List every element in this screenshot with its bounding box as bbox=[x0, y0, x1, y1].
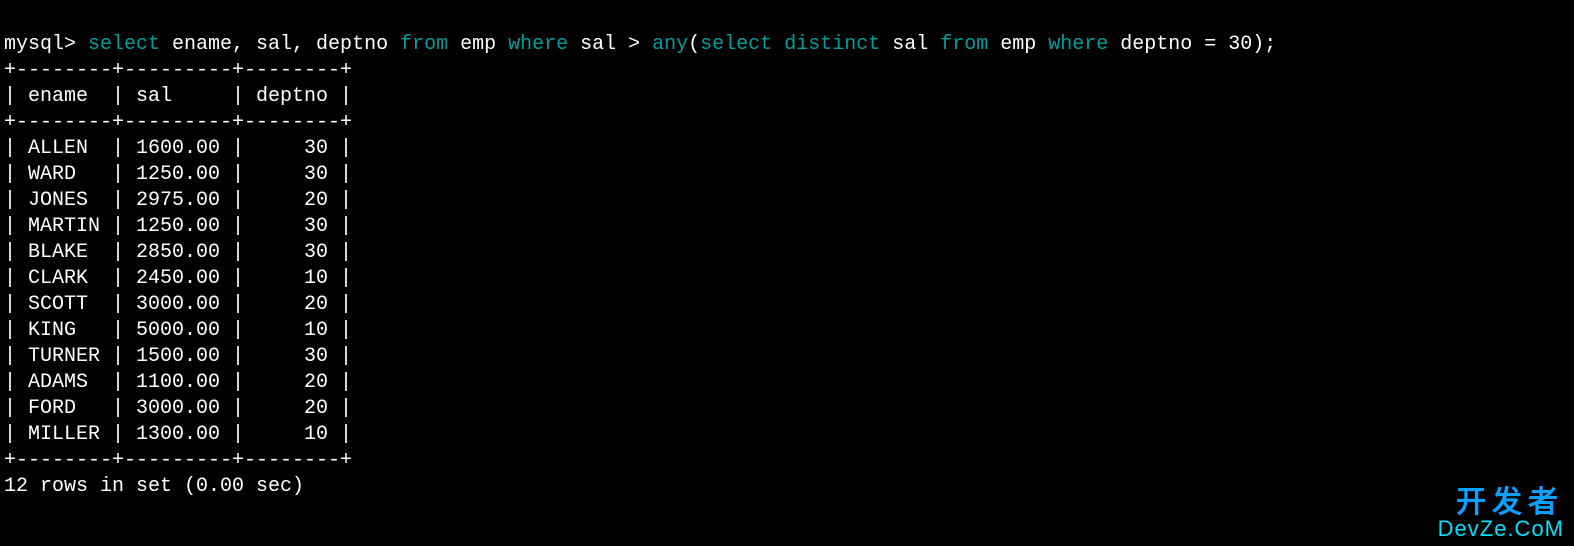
sql-command-line: mysql> select ename, sal, deptno from em… bbox=[4, 33, 1276, 56]
table-border-bottom: +--------+---------+--------+ bbox=[4, 449, 352, 472]
paren-open: ( bbox=[688, 33, 700, 56]
mysql-prompt: mysql> bbox=[4, 33, 88, 56]
status-line: 12 rows in set (0.00 sec) bbox=[4, 475, 304, 498]
sql-cond1: sal > bbox=[568, 33, 652, 56]
sql-cond2: deptno = 30); bbox=[1108, 33, 1276, 56]
sql-col2: sal bbox=[880, 33, 940, 56]
kw-from: from bbox=[400, 33, 448, 56]
kw-any: any bbox=[652, 33, 688, 56]
sql-table: emp bbox=[448, 33, 508, 56]
watermark-line2: DevZe.CoM bbox=[1438, 518, 1564, 540]
table-border-mid: +--------+---------+--------+ bbox=[4, 111, 352, 134]
kw-select2: select bbox=[700, 33, 772, 56]
kw-where: where bbox=[508, 33, 568, 56]
terminal-output: mysql> select ename, sal, deptno from em… bbox=[0, 0, 1574, 506]
table-border-top: +--------+---------+--------+ bbox=[4, 59, 352, 82]
kw-from2: from bbox=[940, 33, 988, 56]
sql-tbl2: emp bbox=[988, 33, 1048, 56]
kw-where2: where bbox=[1048, 33, 1108, 56]
kw-distinct: distinct bbox=[772, 33, 880, 56]
sql-columns: ename, sal, deptno bbox=[160, 33, 400, 56]
kw-select: select bbox=[88, 33, 160, 56]
table-body: | ALLEN | 1600.00 | 30 | | WARD | 1250.0… bbox=[4, 137, 352, 446]
table-header-row: | ename | sal | deptno | bbox=[4, 85, 352, 108]
